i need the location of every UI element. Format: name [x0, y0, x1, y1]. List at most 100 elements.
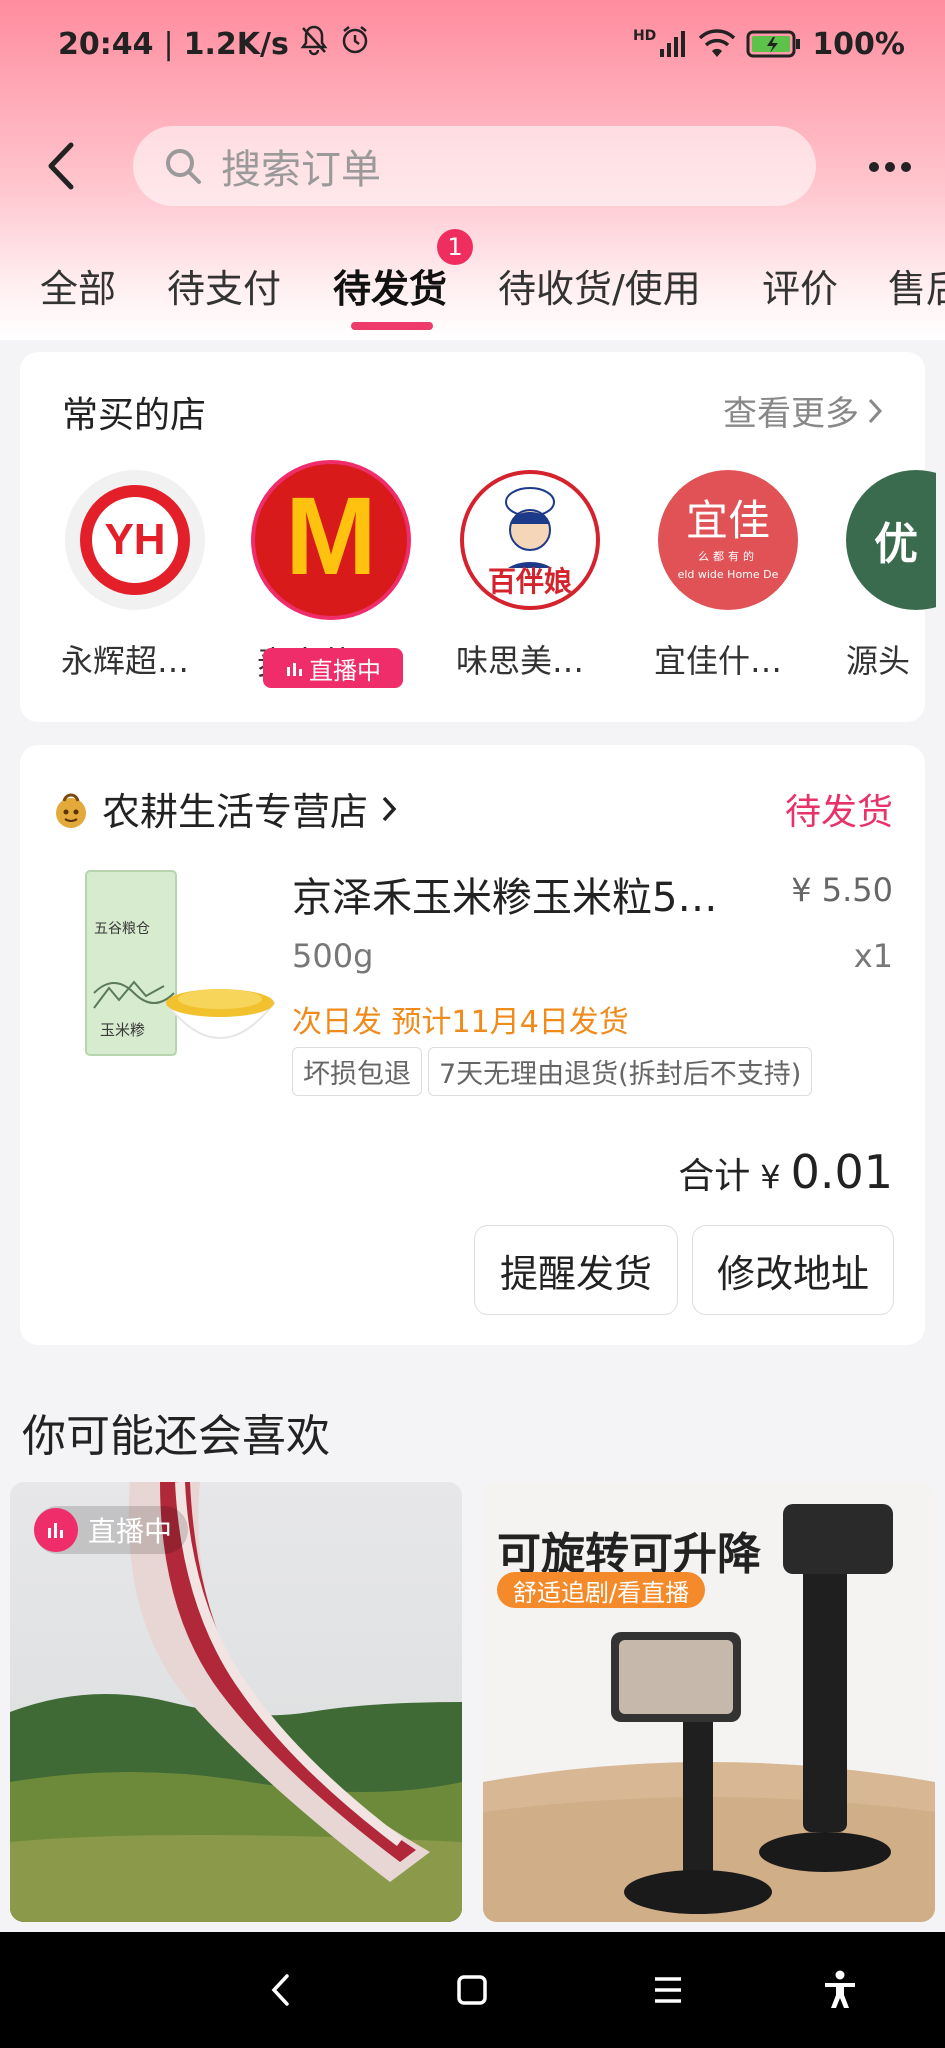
store-item-yonghui[interactable]: YH 永辉超… [55, 470, 215, 682]
see-more-label: 查看更多 [723, 394, 859, 434]
recommendation-card[interactable]: 可旋转可升降 舒适追剧/看直播 [483, 1482, 935, 1922]
battery-icon [746, 29, 802, 59]
status-right: HD 100% [633, 27, 905, 62]
system-nav-bar [0, 1932, 945, 2048]
product-brand-text: 五谷粮仓 [94, 921, 150, 937]
more-options-button[interactable] [860, 142, 920, 192]
status-left: 20:44 | 1.2K/s [58, 24, 371, 64]
store-item-yijia[interactable]: 宜佳 么都有的 eld wide Home De 宜佳什… [648, 470, 808, 682]
recommendations-title: 你可能还会喜欢 [22, 1411, 330, 1462]
live-bars-icon [34, 1508, 78, 1552]
nav-home-button[interactable] [444, 1962, 500, 2018]
alarm-icon [339, 24, 371, 64]
change-address-button[interactable]: 修改地址 [692, 1225, 894, 1315]
weisimei-logo-text: 百伴娘 [487, 565, 572, 598]
tab-pending-payment[interactable]: 待支付 [167, 258, 281, 313]
status-speed: 1.2K/s [183, 26, 289, 62]
search-input[interactable]: 搜索订单 [133, 126, 816, 206]
yh-logo-icon: YH [80, 485, 190, 595]
order-card: 农耕生活专营店 待发货 五谷粮仓 玉米糁 京泽禾玉米糁玉米粒5… ¥ 5.50 … [20, 745, 925, 1345]
nav-back-button[interactable] [252, 1962, 308, 2018]
yijia-logo-sub: 么都有的 [698, 549, 758, 563]
yijia-logo-sub2: eld wide Home De [677, 567, 779, 581]
store-item-mcdonalds[interactable]: M 直播中 麦当劳… [251, 460, 411, 688]
status-time: 20:44 [58, 26, 154, 62]
see-more-link[interactable]: 查看更多 [723, 386, 883, 435]
signal-icon [658, 29, 688, 59]
back-button[interactable] [30, 136, 90, 196]
tab-after-sales[interactable]: 售后 [888, 258, 945, 313]
order-status: 待发货 [784, 792, 893, 833]
store-live-badge: 直播中 [263, 648, 403, 688]
nav-back-icon [271, 1974, 289, 2006]
total-label: 合计 [678, 1156, 751, 1197]
store-logo-yonghui: YH [65, 470, 205, 610]
tab-pending-receipt[interactable]: 待收货/使用 [498, 258, 701, 313]
recommendation-live-label: 直播中 [88, 1515, 173, 1548]
product-spec: 500g [292, 937, 374, 975]
nav-home-icon [457, 1975, 487, 2005]
service-tag: 7天无理由退货(拆封后不支持) [428, 1047, 813, 1096]
yh-logo-inner: YH [92, 497, 178, 583]
store-logo-yuantou: 优 [846, 470, 936, 610]
more-dots-icon [869, 162, 879, 172]
nav-menu-button[interactable] [640, 1962, 696, 2018]
product-price: ¥ 5.50 [791, 871, 893, 909]
store-logo-weisimei: 百伴娘 [460, 470, 600, 610]
yijia-logo-text: 宜佳 [685, 495, 770, 545]
product-quantity: x1 [853, 937, 893, 975]
store-name: 宜佳什… [654, 642, 783, 680]
status-separator: | [163, 26, 174, 62]
wifi-icon [698, 29, 736, 59]
product-title[interactable]: 京泽禾玉米糁玉米粒5… [292, 865, 772, 923]
nav-menu-icon [655, 1977, 681, 2003]
live-bars-icon [287, 663, 302, 676]
frequent-stores-title: 常买的店 [62, 395, 207, 436]
total-currency: ¥ [760, 1158, 781, 1196]
search-icon [166, 149, 201, 184]
store-name: 永辉超… [61, 642, 190, 680]
mcdonalds-arches-icon: M [285, 475, 377, 598]
yh-logo-text: YH [104, 515, 166, 564]
store-item-yuantou[interactable]: 优 源头 [846, 470, 936, 682]
total-amount: 0.01 [790, 1145, 893, 1199]
battery-percent: 100% [812, 26, 905, 62]
tab-badge: 1 [437, 229, 473, 265]
frequent-stores-card: 常买的店 查看更多 YH 永辉超… M 直播中 麦当劳… [20, 352, 936, 722]
accessibility-icon [825, 1970, 855, 2008]
recommendation-subline: 舒适追剧/看直播 [497, 1572, 706, 1608]
service-tag: 坏损包退 [292, 1047, 422, 1096]
shipping-estimate: 次日发 预计11月4日发货 [292, 1005, 629, 1040]
network-type: HD [632, 28, 657, 44]
chevron-right-icon [868, 398, 883, 423]
yuantou-logo-text: 优 [874, 519, 918, 570]
tab-review[interactable]: 评价 [762, 258, 838, 313]
tab-all[interactable]: 全部 [40, 258, 116, 313]
store-live-label: 直播中 [309, 656, 381, 685]
more-dot [901, 162, 911, 172]
nav-accessibility-button[interactable] [812, 1962, 868, 2018]
service-tags: 坏损包退 7天无理由退货(拆封后不支持) [292, 1047, 813, 1096]
store-name: 源头 [846, 642, 911, 680]
order-tabs: 全部 待支付 待发货 待收货/使用 评价 售后 [0, 250, 945, 334]
product-image[interactable]: 五谷粮仓 玉米糁 [64, 863, 284, 1063]
store-logo-mcdonalds: M [251, 460, 411, 620]
shop-name: 农耕生活专营店 [102, 790, 369, 834]
recommendation-live-badge: 直播中 [34, 1506, 189, 1554]
tab-pending-shipment[interactable]: 待发货 [333, 258, 447, 313]
order-total: 合计 ¥ 0.01 [678, 1145, 893, 1199]
recommendation-card[interactable]: 直播中 [10, 1482, 462, 1922]
bell-off-icon [299, 24, 329, 64]
top-bar: 搜索订单 [0, 122, 945, 212]
corn-grits-product-image: 五谷粮仓 玉米糁 [85, 870, 277, 1056]
shop-bag-icon [56, 793, 86, 828]
chevron-left-icon [48, 142, 74, 190]
chevron-right-icon [382, 796, 397, 821]
store-item-weisimei[interactable]: 百伴娘 味思美… [450, 470, 610, 682]
shop-link[interactable]: 农耕生活专营店 [52, 781, 398, 836]
search-placeholder: 搜索订单 [221, 147, 381, 193]
active-tab-indicator [351, 322, 433, 330]
remind-shipment-button[interactable]: 提醒发货 [474, 1225, 678, 1315]
more-dot [885, 162, 895, 172]
store-logo-yijia: 宜佳 么都有的 eld wide Home De [658, 470, 798, 610]
